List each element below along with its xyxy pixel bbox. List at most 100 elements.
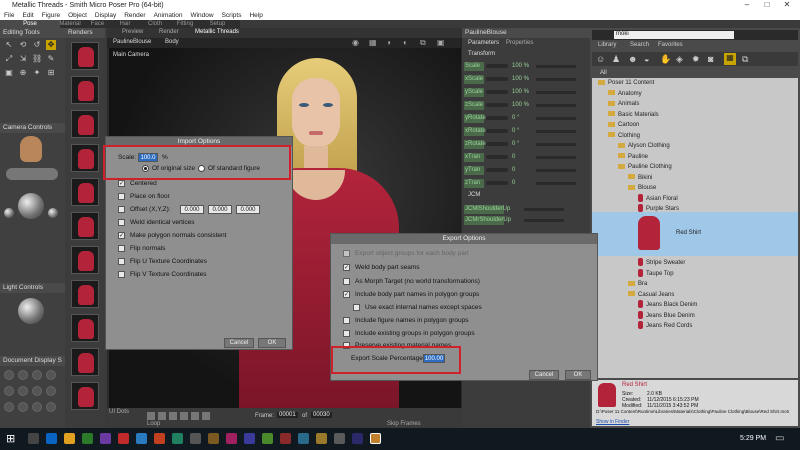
tab-preview[interactable]: Preview: [122, 29, 143, 35]
make-normals-checkbox[interactable]: ✓: [118, 232, 125, 239]
layout-icon[interactable]: ▦: [369, 38, 377, 47]
tab-render[interactable]: Render: [159, 29, 179, 35]
import-cancel-button[interactable]: Cancel: [224, 338, 254, 348]
param-row[interactable]: Scale 100 %: [464, 62, 588, 72]
param-row[interactable]: xScale 100 %: [464, 75, 588, 85]
menu-render[interactable]: Render: [120, 11, 149, 19]
display-style-icon[interactable]: [4, 370, 14, 380]
render-thumbnail[interactable]: [71, 246, 99, 274]
render-thumbnail[interactable]: [71, 144, 99, 172]
library-folder[interactable]: Basic Materials: [592, 110, 798, 120]
menu-edit[interactable]: Edit: [18, 11, 37, 19]
render-thumbnail[interactable]: [71, 212, 99, 240]
param-row[interactable]: yTran 0: [464, 166, 588, 176]
param-dial[interactable]: [486, 116, 508, 120]
chain-tool-icon[interactable]: ⛓: [32, 54, 42, 64]
param-row[interactable]: JCMlShoulderUp: [464, 205, 588, 215]
move-xz-icon[interactable]: [4, 208, 14, 218]
library-folder[interactable]: Clothing: [592, 131, 798, 141]
translate-tool-icon[interactable]: ✥: [46, 40, 56, 50]
taskbar-app-icon[interactable]: [226, 433, 237, 444]
param-slider[interactable]: [536, 91, 576, 94]
taskbar-app-icon[interactable]: [280, 433, 291, 444]
param-dial[interactable]: [486, 90, 508, 94]
display-style-icon[interactable]: [32, 402, 42, 412]
color-tool-icon[interactable]: ✎: [46, 54, 56, 64]
offset-checkbox[interactable]: [118, 206, 125, 213]
param-dial[interactable]: [486, 168, 508, 172]
library-item[interactable]: Jeans Red Cords: [592, 321, 798, 331]
param-value[interactable]: 0: [512, 153, 515, 162]
offset-y-input[interactable]: 0.000: [208, 205, 232, 214]
minimize-button[interactable]: –: [738, 0, 756, 11]
library-folder[interactable]: Animals: [592, 99, 798, 109]
render-icon[interactable]: ⧉: [420, 38, 426, 48]
menu-file[interactable]: File: [0, 11, 18, 19]
param-value[interactable]: 100 %: [512, 75, 529, 84]
move-xy-icon[interactable]: [48, 208, 58, 218]
weld-checkbox[interactable]: [118, 219, 125, 226]
library-folder[interactable]: Pauline: [592, 152, 798, 162]
render-thumbnail[interactable]: [71, 178, 99, 206]
room-tab-pose[interactable]: Pose: [0, 20, 60, 28]
room-tab-setup[interactable]: Setup: [205, 20, 230, 28]
library-folder[interactable]: Poser 11 Content: [592, 78, 798, 88]
menu-help[interactable]: Help: [245, 11, 266, 19]
display-style-icon[interactable]: [32, 370, 42, 380]
param-slider[interactable]: [524, 208, 564, 211]
flip-u-checkbox[interactable]: [118, 258, 125, 265]
display-style-icon[interactable]: [18, 402, 28, 412]
menu-object[interactable]: Object: [64, 11, 91, 19]
tab-favorites[interactable]: Favorites: [658, 42, 683, 48]
offset-z-input[interactable]: 0.000: [236, 205, 260, 214]
view-magnifier-icon[interactable]: ⊕: [18, 68, 28, 78]
room-tab-material[interactable]: Material: [55, 20, 85, 28]
frame-total-field[interactable]: 00030: [311, 412, 332, 418]
scenes-category-icon[interactable]: ⧉: [742, 54, 748, 65]
param-dial[interactable]: [486, 142, 508, 146]
background-icon[interactable]: ◐: [403, 38, 408, 47]
taskbar-app-icon[interactable]: [316, 433, 327, 444]
param-row[interactable]: zScale 100 %: [464, 101, 588, 111]
room-tab-cloth[interactable]: Cloth: [145, 20, 165, 28]
taskbar-app-icon[interactable]: [244, 433, 255, 444]
select-tool-icon[interactable]: ↖: [4, 40, 14, 50]
render-thumbnail[interactable]: [71, 348, 99, 376]
tab-parameters[interactable]: Parameters: [468, 40, 499, 46]
exact-names-checkbox[interactable]: [353, 304, 360, 311]
camera-trackball-icon[interactable]: [18, 193, 44, 219]
display-style-icon[interactable]: [18, 386, 28, 396]
export-groups-checkbox[interactable]: [343, 250, 350, 257]
part-select[interactable]: Body: [165, 39, 179, 45]
param-slider[interactable]: [536, 78, 576, 81]
rotate-tool-icon[interactable]: ⟲: [18, 40, 28, 50]
maximize-button[interactable]: □: [758, 0, 776, 11]
close-button[interactable]: ✕: [778, 0, 796, 11]
display-style-icon[interactable]: [4, 402, 14, 412]
library-item[interactable]: Stripe Sweater: [592, 258, 798, 268]
hair-category-icon[interactable]: ◒: [644, 54, 649, 64]
figure-select[interactable]: PaulineBlouse: [113, 39, 151, 45]
tab-properties[interactable]: Properties: [506, 40, 533, 46]
frame-current-field[interactable]: 00001: [277, 412, 298, 418]
taskbar-app-icon[interactable]: [64, 433, 75, 444]
param-dial[interactable]: [486, 64, 508, 68]
param-slider[interactable]: [536, 65, 576, 68]
shading-icon[interactable]: ◑: [386, 38, 391, 47]
param-figure-select[interactable]: PaulineBlouse: [462, 28, 590, 38]
library-folder[interactable]: Alyson Clothing: [592, 141, 798, 151]
library-item[interactable]: Taupe Top: [592, 268, 798, 279]
room-tab-fitting[interactable]: Fitting: [170, 20, 200, 28]
taskbar-app-icon[interactable]: [352, 433, 363, 444]
param-row[interactable]: zTran 0: [464, 179, 588, 189]
windows-start-icon[interactable]: ⊞: [6, 432, 15, 445]
taskbar-app-icon[interactable]: [172, 433, 183, 444]
export-ok-button[interactable]: OK: [565, 370, 591, 380]
param-value[interactable]: 0 °: [512, 140, 519, 149]
param-value[interactable]: 0 °: [512, 114, 519, 123]
materials-category-icon[interactable]: ▦: [724, 53, 736, 65]
play-next-icon[interactable]: [191, 412, 199, 420]
render-thumbnail[interactable]: [71, 280, 99, 308]
taskbar-app-icon[interactable]: [298, 433, 309, 444]
param-row[interactable]: xTran 0: [464, 153, 588, 163]
